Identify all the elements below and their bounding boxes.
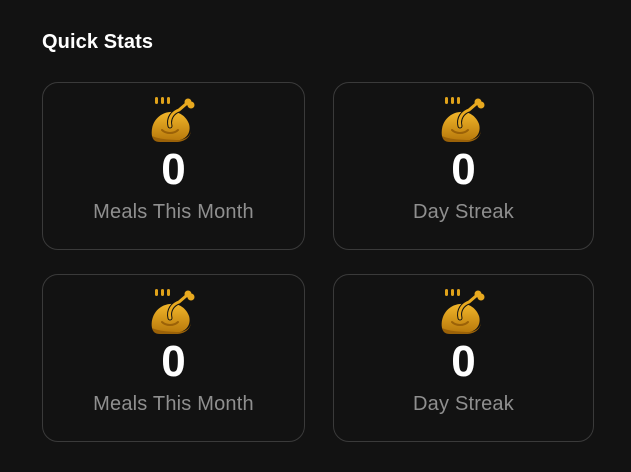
stat-card-meals-this-month: 0 Meals This Month — [42, 82, 305, 250]
stat-card-day-streak: 0 Day Streak — [333, 274, 594, 442]
stat-label: Meals This Month — [93, 201, 254, 223]
stat-value: 0 — [451, 145, 476, 194]
section-title: Quick Stats — [42, 31, 154, 53]
roast-chicken-icon — [441, 97, 484, 142]
stat-card-meals-this-month: 0 Meals This Month — [42, 274, 305, 442]
stat-label: Day Streak — [413, 201, 514, 223]
roast-chicken-icon — [151, 289, 194, 334]
stat-label: Meals This Month — [93, 393, 254, 415]
stat-value: 0 — [451, 337, 476, 386]
stat-label: Day Streak — [413, 393, 514, 415]
stats-grid: 0 Meals This Month 0 Day Streak 0 Meals … — [42, 82, 594, 442]
roast-chicken-icon — [151, 97, 194, 142]
stat-card-day-streak: 0 Day Streak — [333, 82, 594, 250]
stat-value: 0 — [161, 337, 186, 386]
stat-value: 0 — [161, 145, 186, 194]
roast-chicken-icon — [441, 289, 484, 334]
quick-stats-panel: Quick Stats 0 Meals This Month 0 Day Str… — [0, 0, 631, 472]
